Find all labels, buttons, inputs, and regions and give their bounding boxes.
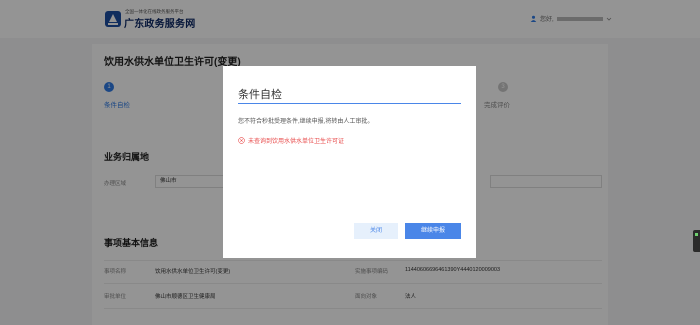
close-button[interactable]: 关闭 (354, 223, 398, 239)
close-circle-icon (238, 137, 245, 144)
error-text: 未查询到饮用水供水单位卫生许可证 (248, 139, 345, 145)
error-message: 未查询到饮用水供水单位卫生许可证 (238, 136, 344, 145)
status-dot (695, 233, 698, 236)
dialog-title: 条件自检 (238, 89, 282, 101)
condition-check-dialog: 条件自检 您不符合秒批受理条件,继续申报,将转由人工审批。 未查询到饮用水供水单… (223, 66, 476, 258)
dialog-description: 您不符合秒批受理条件,继续申报,将转由人工审批。 (238, 119, 374, 125)
dialog-title-divider (238, 103, 461, 104)
side-float-widget[interactable] (693, 230, 700, 252)
continue-apply-button[interactable]: 继续申报 (405, 223, 461, 239)
